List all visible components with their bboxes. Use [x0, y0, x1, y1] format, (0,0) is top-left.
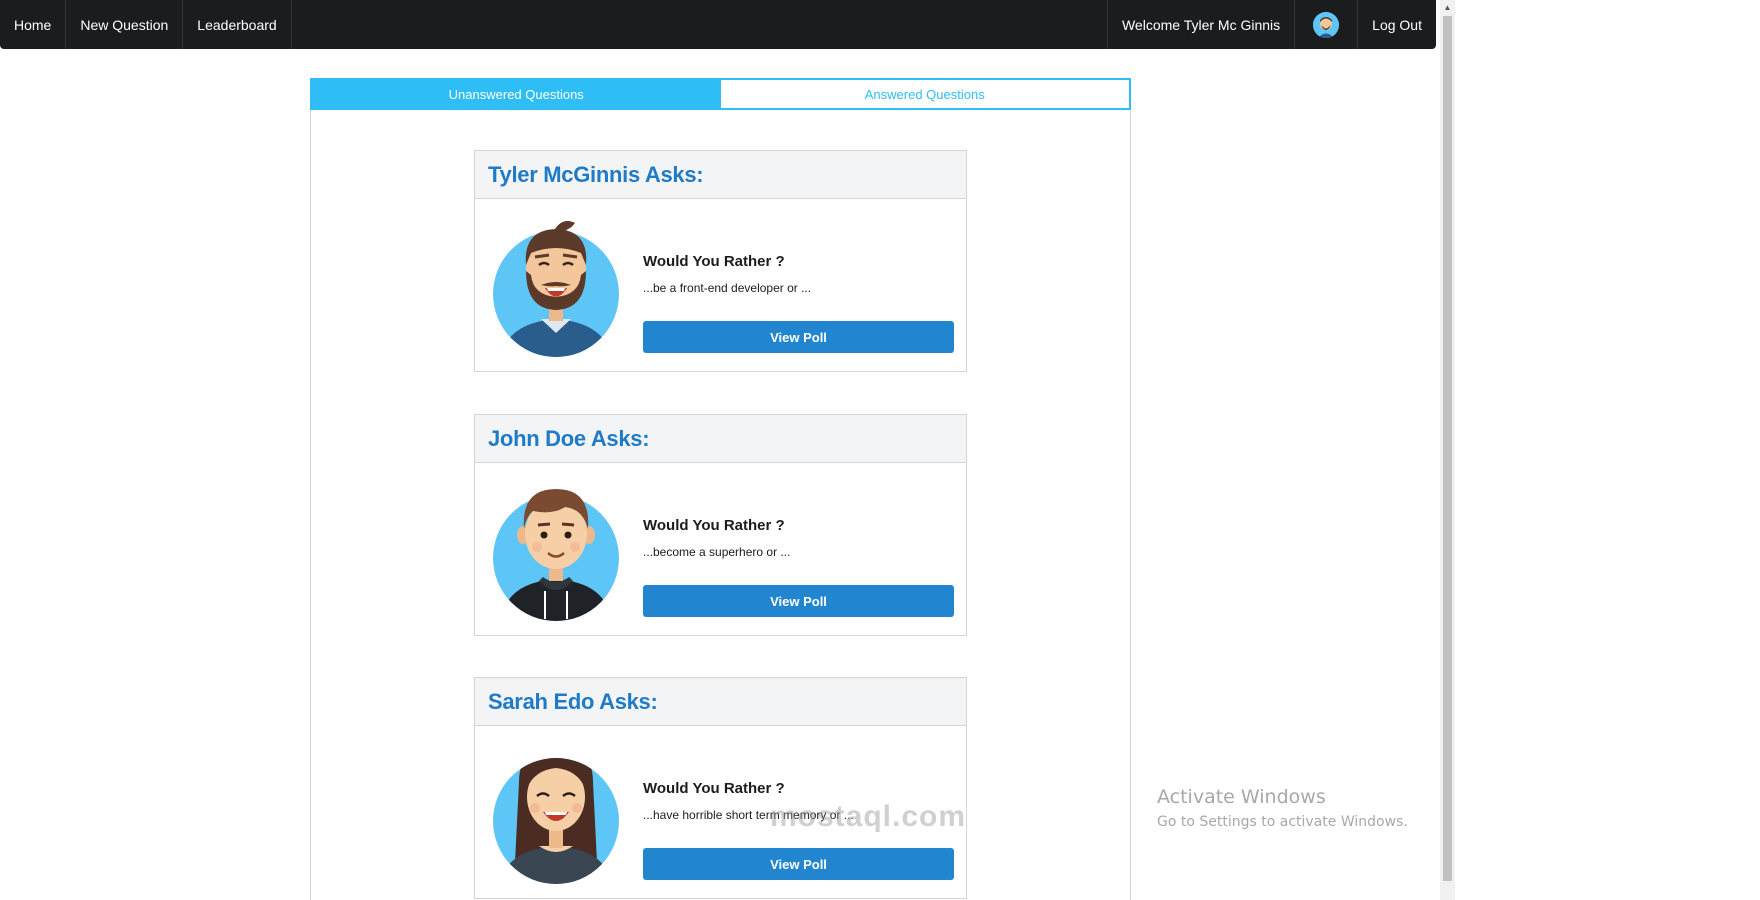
card-body: Would You Rather ? ...become a superhero…: [475, 463, 966, 635]
woman-avatar-icon: [493, 758, 619, 884]
question-snippet: ...be a front-end developer or ...: [643, 281, 812, 295]
activate-windows-watermark: Activate Windows Go to Settings to activ…: [1157, 786, 1408, 830]
view-poll-button[interactable]: View Poll: [643, 321, 954, 353]
card-header: John Doe Asks:: [475, 415, 966, 463]
question-card: Tyler McGinnis Asks: Would You Rather ? …: [474, 150, 967, 372]
nav-home-link[interactable]: Home: [0, 0, 67, 49]
nav-right-group: Welcome Tyler Mc Ginnis Log Out: [1106, 0, 1436, 49]
activate-windows-subtitle: Go to Settings to activate Windows.: [1157, 814, 1408, 830]
question-heading: Would You Rather ?: [643, 517, 785, 534]
bearded-man-avatar-icon: [493, 221, 619, 357]
card-header: Tyler McGinnis Asks:: [475, 151, 966, 199]
question-heading: Would You Rather ?: [643, 780, 785, 797]
nav-left-group: Home New Question Leaderboard: [0, 0, 292, 49]
user-avatar-icon: [1313, 11, 1340, 38]
scroll-down-arrow-icon[interactable]: ▼: [1440, 896, 1455, 900]
nav-welcome-text: Welcome Tyler Mc Ginnis: [1106, 0, 1294, 49]
view-poll-button[interactable]: View Poll: [643, 848, 954, 880]
view-poll-button[interactable]: View Poll: [643, 585, 954, 617]
nav-logout-link[interactable]: Log Out: [1357, 0, 1436, 49]
tab-unanswered-questions[interactable]: Unanswered Questions: [312, 80, 721, 108]
nav-new-question-link[interactable]: New Question: [66, 0, 184, 49]
scroll-thumb[interactable]: [1443, 16, 1452, 881]
question-snippet: ...become a superhero or ...: [643, 545, 791, 559]
scroll-up-arrow-icon[interactable]: ▲: [1440, 0, 1455, 14]
nav-leaderboard-link[interactable]: Leaderboard: [183, 0, 292, 49]
activate-windows-title: Activate Windows: [1157, 786, 1326, 808]
top-navbar: Home New Question Leaderboard Welcome Ty…: [0, 0, 1436, 49]
page-scrollbar[interactable]: ▲ ▼: [1440, 0, 1455, 900]
question-heading: Would You Rather ?: [643, 253, 785, 270]
question-card: John Doe Asks: Would You Rather ? ...bec…: [474, 414, 967, 636]
site-watermark: mostaql.com: [770, 800, 967, 833]
card-author-title: John Doe Asks:: [488, 425, 650, 451]
question-card: Sarah Edo Asks: Would You Rather ? ...ha…: [474, 677, 967, 899]
question-tabs: Unanswered Questions Answered Questions: [310, 78, 1131, 110]
young-man-hoodie-avatar-icon: [493, 489, 619, 621]
tab-answered-questions[interactable]: Answered Questions: [720, 80, 1129, 108]
card-author-title: Tyler McGinnis Asks:: [488, 161, 704, 187]
card-body: Would You Rather ? ...be a front-end dev…: [475, 199, 966, 371]
nav-avatar-item: [1294, 0, 1357, 49]
card-header: Sarah Edo Asks:: [475, 678, 966, 726]
card-author-title: Sarah Edo Asks:: [488, 688, 658, 714]
